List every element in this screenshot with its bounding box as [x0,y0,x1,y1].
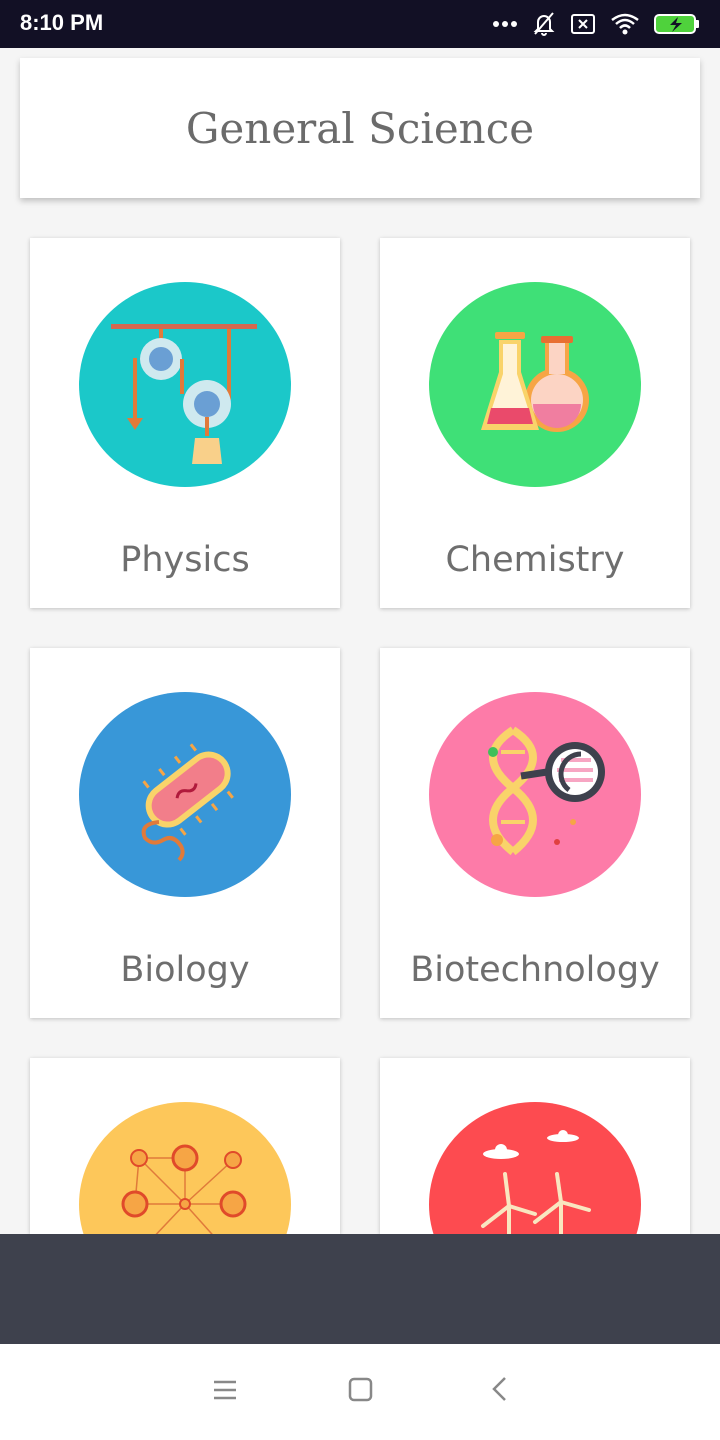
back-icon[interactable] [488,1376,514,1402]
more-dots-icon [492,19,518,29]
menu-icon[interactable] [212,1376,238,1402]
home-square-icon[interactable] [348,1376,374,1402]
bacteria-icon [79,692,291,897]
category-card-energy[interactable] [380,1058,690,1234]
category-card-physics[interactable]: Physics [30,238,340,608]
status-bar: 8:10 PM [0,0,720,48]
battery-charging-icon [654,12,700,36]
dna-magnifier-icon [429,692,641,897]
pulley-icon [79,282,291,487]
category-label: Physics [120,540,250,580]
category-card-chemistry[interactable]: Chemistry [380,238,690,608]
system-nav-bar [0,1344,720,1440]
category-label: Biology [120,950,250,990]
category-label: Biotechnology [410,950,660,990]
ad-banner [0,1234,720,1344]
category-card-network[interactable] [30,1058,340,1234]
category-label: Chemistry [445,540,625,580]
network-nodes-icon [79,1102,291,1234]
wifi-icon [610,12,640,36]
wind-turbines-icon [429,1102,641,1234]
flasks-icon [429,282,641,487]
category-card-biology[interactable]: Biology [30,648,340,1018]
status-time: 8:10 PM [20,10,104,35]
header-card: General Science [20,58,700,198]
sim-x-icon [570,12,596,36]
bell-off-icon [532,11,556,37]
page-title: General Science [185,103,535,153]
category-card-biotechnology[interactable]: Biotechnology [380,648,690,1018]
